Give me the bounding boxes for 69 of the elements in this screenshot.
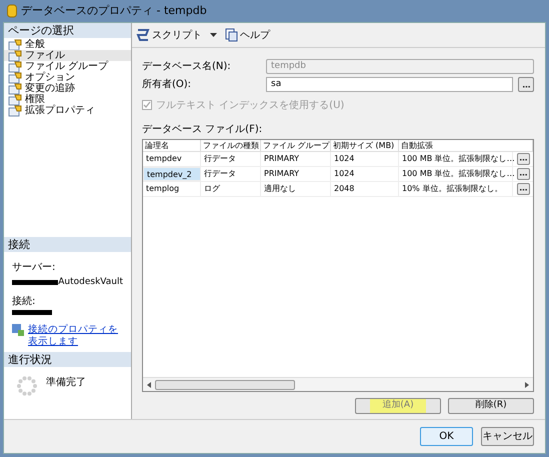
dialog-button[interactable]: OK bbox=[420, 427, 473, 446]
page-item[interactable]: ファイル bbox=[4, 50, 131, 61]
page-item[interactable]: 権限 bbox=[4, 94, 131, 105]
table-cell: 行データ bbox=[201, 167, 261, 181]
section-header: ページの選択 bbox=[4, 23, 131, 38]
table-cell: templog bbox=[143, 182, 201, 196]
table-cell: 10% 単位。拡張制限なし。 bbox=[399, 182, 513, 196]
scrollbar-thumb[interactable] bbox=[155, 380, 295, 390]
browse-button[interactable] bbox=[516, 153, 530, 165]
scroll-right-icon[interactable] bbox=[525, 382, 529, 388]
table-cell: PRIMARY bbox=[261, 167, 331, 181]
page-item[interactable]: 全般 bbox=[4, 39, 131, 50]
dropdown-arrow-icon[interactable] bbox=[210, 33, 217, 37]
table-cell: 1024 bbox=[331, 152, 399, 166]
redaction-bar bbox=[12, 280, 58, 285]
column-header[interactable]: 論理名 bbox=[143, 140, 201, 151]
column-header[interactable]: 自動拡張 bbox=[399, 140, 533, 151]
page-icon bbox=[8, 94, 22, 106]
action-button[interactable]: 追加(A) bbox=[355, 398, 441, 414]
script-icon bbox=[136, 28, 150, 42]
scroll-left-icon[interactable] bbox=[147, 382, 151, 388]
page-item[interactable]: 拡張プロパティ bbox=[4, 105, 131, 116]
column-header[interactable]: ファイル グループ bbox=[261, 140, 331, 151]
page-icon bbox=[8, 50, 22, 62]
column-header[interactable]: 初期サイズ (MB) bbox=[331, 140, 399, 151]
check-icon bbox=[143, 101, 151, 109]
window-title: データベースのプロパティ - tempdb bbox=[21, 2, 207, 19]
browse-button[interactable] bbox=[516, 183, 530, 195]
column-header[interactable]: ファイルの種類 bbox=[201, 140, 261, 151]
table-cell: 2048 bbox=[331, 182, 399, 196]
table-cell: 行データ bbox=[201, 152, 261, 166]
connection-label: 接続: bbox=[12, 294, 36, 309]
page-icon bbox=[8, 60, 22, 72]
action-button[interactable]: 削除(R) bbox=[448, 398, 534, 414]
dialog-button[interactable]: キャンセル bbox=[481, 427, 534, 446]
section-header: 接続 bbox=[4, 236, 131, 252]
progress-status: 準備完了 bbox=[46, 376, 86, 390]
table-cell: 1024 bbox=[331, 167, 399, 181]
owner-label: 所有者(O): bbox=[142, 78, 192, 92]
table-cell: ログ bbox=[201, 182, 261, 196]
connection-properties-link[interactable]: 接続のプロパティを表示します bbox=[28, 324, 123, 348]
properties-icon bbox=[12, 324, 24, 336]
page-icon bbox=[8, 82, 22, 94]
database-name-label: データベース名(N): bbox=[142, 60, 232, 74]
help-icon bbox=[225, 28, 238, 42]
server-value: AutodeskVault bbox=[58, 276, 123, 288]
table-cell: PRIMARY bbox=[261, 152, 331, 166]
page-item[interactable]: 変更の追跡 bbox=[4, 83, 131, 94]
page-icon bbox=[8, 104, 22, 116]
page-icon bbox=[8, 72, 22, 84]
owner-field[interactable]: sa bbox=[266, 76, 513, 92]
table-cell: tempdev bbox=[143, 152, 201, 166]
script-button[interactable]: スクリプト bbox=[136, 28, 202, 42]
database-files-label: データベース ファイル(F): bbox=[142, 123, 264, 137]
table-cell: 100 MB 単位。拡張制限なし… bbox=[399, 152, 513, 166]
database-icon bbox=[7, 4, 17, 18]
server-label: サーバー: bbox=[12, 260, 56, 274]
page-item[interactable]: オプション bbox=[4, 72, 131, 83]
table-cell: 適用なし bbox=[261, 182, 331, 196]
browse-button[interactable] bbox=[518, 76, 534, 92]
table-cell: tempdev_2 bbox=[143, 167, 201, 181]
help-button[interactable]: ヘルプ bbox=[225, 28, 270, 42]
redaction-bar bbox=[12, 310, 52, 315]
spinner-icon bbox=[16, 375, 38, 397]
section-header: 進行状況 bbox=[4, 352, 131, 367]
page-item[interactable]: ファイル グループ bbox=[4, 61, 131, 72]
table-cell: 100 MB 単位。拡張制限なし… bbox=[399, 167, 513, 181]
browse-button[interactable] bbox=[516, 168, 530, 180]
page-icon bbox=[8, 38, 22, 50]
